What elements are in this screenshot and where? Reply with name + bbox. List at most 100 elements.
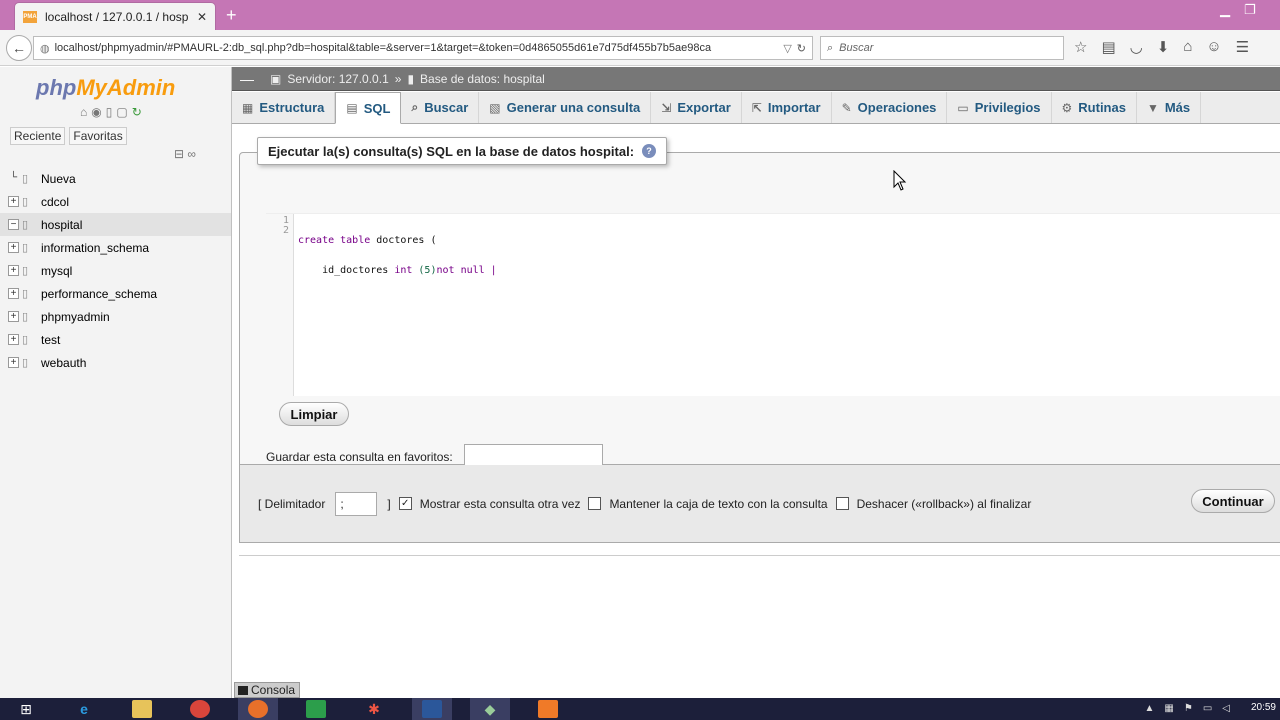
routines-icon: ⚙	[1061, 100, 1073, 115]
expand-icon[interactable]: +	[8, 334, 19, 345]
settings-icon[interactable]: ▢	[116, 105, 127, 119]
expand-icon[interactable]: +	[8, 357, 19, 368]
phpmyadmin-favicon-icon: PMA	[23, 10, 37, 23]
expand-icon[interactable]: +	[8, 311, 19, 322]
tray-battery-icon[interactable]: ▭	[1203, 703, 1212, 714]
tray-up-icon[interactable]: ▲	[1145, 703, 1155, 714]
keep-text-checkbox[interactable]	[588, 497, 602, 510]
delimiter-close: ]	[387, 496, 391, 511]
import-icon: ⇱	[751, 100, 762, 115]
app-icon[interactable]: ◆	[470, 698, 510, 720]
wrench-icon: ✎	[841, 100, 852, 115]
tree-item-performance-schema[interactable]: + ▯ performance_schema	[0, 282, 231, 305]
close-tab-icon[interactable]: ✕	[197, 10, 207, 24]
file-explorer-icon[interactable]	[122, 698, 162, 720]
recent-button[interactable]: Reciente	[10, 127, 66, 145]
back-button[interactable]: ←	[6, 35, 32, 61]
windows-start-icon[interactable]: ⊞	[6, 698, 46, 720]
reload-icon[interactable]: ↻	[132, 105, 142, 119]
show-query-checkbox[interactable]: ✓	[398, 497, 412, 510]
word-icon[interactable]	[412, 698, 452, 720]
store-icon[interactable]	[296, 698, 336, 720]
tree-item-test[interactable]: + ▯ test	[0, 328, 231, 351]
breadcrumb-server[interactable]: Servidor: 127.0.0.1	[287, 72, 388, 86]
tab-más[interactable]: ▼ Más	[1137, 92, 1202, 123]
tray-volume-icon[interactable]: ◁	[1222, 703, 1230, 714]
tab-privilegios[interactable]: ▭ Privilegios	[947, 92, 1052, 123]
tree-item-Nueva[interactable]: └ ▯ Nueva	[0, 167, 231, 190]
internet-explorer-icon[interactable]: e	[64, 698, 104, 720]
database-icon: ▯	[22, 310, 29, 323]
database-icon: ▯	[22, 333, 29, 346]
xampp-icon[interactable]	[528, 698, 568, 720]
collapse-link-icons: ⊟ ∞	[174, 147, 196, 161]
media-app-icon[interactable]: ✱	[354, 698, 394, 720]
docs-icon[interactable]: ▯	[106, 105, 113, 119]
clear-button[interactable]: Limpiar	[279, 402, 349, 426]
collapse-all-icon[interactable]: ⊟	[174, 147, 184, 161]
tab-buscar[interactable]: ⌕ Buscar	[401, 92, 480, 123]
minimize-icon[interactable]: ▁	[1220, 2, 1230, 18]
expand-icon[interactable]: −	[8, 219, 19, 230]
favorites-button[interactable]: Favoritas	[69, 127, 127, 145]
rollback-checkbox[interactable]	[835, 497, 849, 510]
tree-item-cdcol[interactable]: + ▯ cdcol	[0, 190, 231, 213]
tray-flag-icon[interactable]: ⚑	[1184, 703, 1193, 714]
expand-icon[interactable]: +	[8, 265, 19, 276]
phpmyadmin-logo[interactable]: phpMyAdmin	[36, 75, 175, 101]
taskbar-clock[interactable]: 20:59	[1251, 702, 1276, 713]
collapse-panel-icon[interactable]: —	[240, 71, 254, 87]
search-bar[interactable]: ⌕ Buscar	[820, 36, 1064, 60]
home-icon[interactable]: ⌂	[1183, 38, 1192, 56]
show-query-label[interactable]: Mostrar esta consulta otra vez	[420, 497, 581, 511]
sql-editor[interactable]: 1 2 create table doctores ( id_doctores …	[266, 213, 1280, 396]
tab-generar-una-consulta[interactable]: ▧ Generar una consulta	[479, 92, 652, 123]
expand-icon[interactable]: +	[8, 196, 19, 207]
console-toggle[interactable]: Consola	[234, 682, 300, 698]
keep-text-label[interactable]: Mantener la caja de texto con la consult…	[609, 497, 827, 511]
breadcrumb-database[interactable]: Base de datos: hospital	[420, 72, 545, 86]
pocket-icon[interactable]: ◡	[1130, 38, 1143, 56]
tab-rutinas[interactable]: ⚙ Rutinas	[1052, 92, 1137, 123]
tab-estructura[interactable]: ▦ Estructura	[232, 92, 336, 123]
help-icon[interactable]: ?	[642, 144, 657, 158]
main-content: Ejecutar la(s) consulta(s) SQL en la bas…	[232, 125, 1280, 698]
tab-label: Exportar	[677, 100, 731, 115]
menu-icon[interactable]: ☰	[1236, 38, 1249, 56]
link-icon[interactable]: ∞	[187, 147, 196, 161]
tab-sql[interactable]: ▤ SQL	[335, 92, 402, 124]
delimiter-input[interactable]: ;	[335, 491, 378, 516]
bookmark-star-icon[interactable]: ☆	[1074, 38, 1087, 56]
new-tab-icon[interactable]: +	[226, 5, 237, 26]
firefox-icon[interactable]	[238, 698, 278, 720]
expand-icon[interactable]: +	[8, 288, 19, 299]
restore-icon[interactable]: ❐	[1244, 2, 1256, 18]
tree-item-hospital[interactable]: − ▯ hospital	[0, 213, 231, 236]
expand-icon[interactable]: +	[8, 242, 19, 253]
tab-importar[interactable]: ⇱ Importar	[742, 92, 832, 123]
tab-exportar[interactable]: ⇲ Exportar	[651, 92, 742, 123]
logo-icon-row: ⌂ ◉ ▯ ▢ ↻	[80, 105, 142, 119]
browser-tab[interactable]: PMA localhost / 127.0.0.1 / hosp... ✕	[14, 2, 216, 30]
chrome-icon[interactable]	[180, 698, 220, 720]
logout-icon[interactable]: ◉	[91, 105, 101, 119]
tree-item-mysql[interactable]: + ▯ mysql	[0, 259, 231, 282]
tree-item-information-schema[interactable]: + ▯ information_schema	[0, 236, 231, 259]
reload-icon[interactable]: ↻	[797, 42, 806, 55]
tab-operaciones[interactable]: ✎ Operaciones	[832, 92, 948, 123]
tree-item-webauth[interactable]: + ▯ webauth	[0, 351, 231, 374]
continue-button[interactable]: Continuar	[1191, 489, 1275, 513]
privileges-icon: ▭	[957, 100, 969, 115]
tree-item-phpmyadmin[interactable]: + ▯ phpmyadmin	[0, 305, 231, 328]
rollback-label[interactable]: Deshacer («rollback») al finalizar	[857, 497, 1032, 511]
export-icon: ⇲	[661, 100, 672, 115]
tray-network-icon[interactable]: ▦	[1164, 703, 1173, 714]
database-icon: ▮	[407, 71, 415, 86]
reading-list-icon[interactable]: ▤	[1101, 38, 1115, 56]
url-bar[interactable]: ◍ localhost/phpmyadmin/#PMAURL-2:db_sql.…	[33, 36, 813, 60]
recent-favorites-tabs: Reciente Favoritas	[10, 127, 127, 145]
chat-icon[interactable]: ☺	[1206, 38, 1221, 56]
dropdown-icon[interactable]: ▽	[783, 42, 791, 55]
download-icon[interactable]: ⬇	[1157, 38, 1170, 56]
home-icon[interactable]: ⌂	[80, 105, 87, 119]
